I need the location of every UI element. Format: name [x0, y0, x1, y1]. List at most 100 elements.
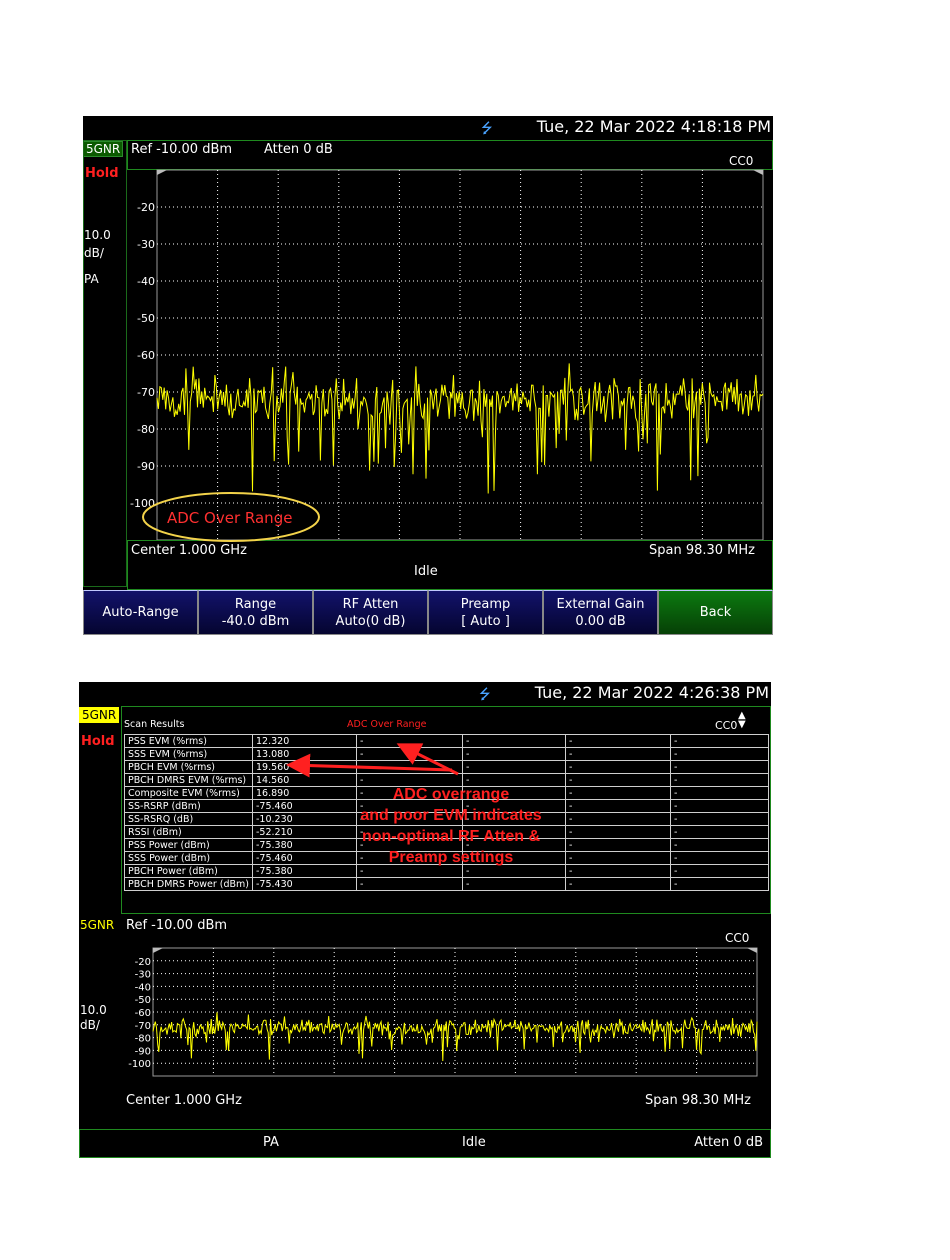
status-bar: ⭍ Tue, 22 Mar 2022 4:26:38 PM [79, 682, 771, 704]
y-tick-label: -20 [137, 201, 155, 214]
left-panel-frame [83, 140, 127, 587]
y-tick-label: -20 [135, 957, 151, 968]
adc-warning: ADC Over Range [347, 719, 427, 730]
preamp-button[interactable]: Preamp[ Auto ] [428, 590, 543, 635]
ref-marker-left [157, 170, 167, 175]
metric-value: -75.430 [252, 877, 357, 891]
empty-cell: - [670, 773, 769, 787]
status-bar: ⭍ Tue, 22 Mar 2022 4:18:18 PM [83, 116, 773, 138]
empty-cell: - [670, 825, 769, 839]
carrier-label-lower: CC0 [725, 931, 750, 945]
ref-level[interactable]: Ref -10.00 dBm [131, 142, 232, 157]
preamp-label: PA [263, 1135, 279, 1150]
status-text: Idle [414, 564, 438, 579]
metric-value: -10.230 [252, 812, 357, 826]
metric-value: -75.460 [252, 799, 357, 813]
y-tick-label: -90 [135, 1046, 151, 1057]
y-tick-label: -40 [135, 982, 151, 993]
atten-value: Atten 0 dB [694, 1135, 763, 1150]
settings-annotation: ADC overrange and poor EVM indicates non-o… [348, 784, 554, 868]
y-tick-label: -30 [135, 970, 151, 981]
empty-cell: - [670, 812, 769, 826]
empty-cell: - [565, 864, 671, 878]
empty-cell: - [565, 838, 671, 852]
y-tick-label: -50 [137, 312, 155, 325]
metric-label: RSSI (dBm) [124, 825, 253, 839]
hold-indicator: Hold [81, 734, 115, 749]
empty-cell: - [670, 760, 769, 774]
ref-marker-right [753, 170, 763, 175]
center-frequency[interactable]: Center 1.000 GHz [126, 1093, 242, 1108]
back-button[interactable]: Back [658, 590, 773, 635]
softkey-bar: Auto-Range Range -40.0 dBm RF Atten Auto(0… [83, 590, 773, 635]
mode-badge[interactable]: 5GNR [79, 707, 120, 723]
span-value[interactable]: Span 98.30 MHz [649, 543, 755, 558]
metric-label: PBCH DMRS Power (dBm) [124, 877, 253, 891]
metric-label: SSS EVM (%rms) [124, 747, 253, 761]
datetime: Tue, 22 Mar 2022 4:18:18 PM [536, 117, 771, 136]
empty-cell: - [670, 799, 769, 813]
adc-over-range-annotation: ADC Over Range [167, 509, 293, 527]
carrier-spin-icon[interactable]: ▲ ▼ [738, 711, 746, 730]
ref-marker-left [153, 948, 163, 953]
table-row: PBCH DMRS Power (dBm) -75.430- - - - [124, 877, 769, 891]
empty-cell: - [670, 734, 769, 748]
metric-label: SS-RSRP (dBm) [124, 799, 253, 813]
ref-level[interactable]: Ref -10.00 dBm [126, 918, 227, 933]
empty-cell: - [565, 734, 671, 748]
analyzer-screen-1: ⭍ Tue, 22 Mar 2022 4:18:18 PM 5GNR Hold … [83, 116, 773, 635]
y-tick-label: -30 [137, 238, 155, 251]
metric-label: PBCH DMRS EVM (%rms) [124, 773, 253, 787]
y-tick-label: -70 [135, 1021, 151, 1032]
rf-atten-button[interactable]: RF Atten Auto(0 dB) [313, 590, 428, 635]
annotation-line: non-optimal RF Atten & [361, 828, 541, 845]
atten-value[interactable]: Atten 0 dB [264, 142, 333, 157]
empty-cell: - [565, 786, 671, 800]
spectrum-plot-2: -20 -30-40 -50 -60 -70 -80-90 -100 [128, 947, 758, 1077]
annotation-line: Preamp settings [388, 849, 514, 866]
metric-label: PSS EVM (%rms) [124, 734, 253, 748]
status-text: Idle [462, 1135, 486, 1150]
annotation-arrows [286, 743, 459, 778]
metric-value: -75.380 [252, 838, 357, 852]
mode-label-lower: 5GNR [80, 918, 115, 932]
metric-label: PBCH EVM (%rms) [124, 760, 253, 774]
scan-results-title: Scan Results [124, 719, 185, 730]
empty-cell: - [462, 877, 566, 891]
metric-value: -75.380 [252, 864, 357, 878]
span-value[interactable]: Span 98.30 MHz [645, 1093, 751, 1108]
metric-label: PSS Power (dBm) [124, 838, 253, 852]
y-tick-label: -90 [137, 460, 155, 473]
usb-icon: ⭍ [481, 121, 493, 137]
scale-info: 10.0 dB/ [80, 1001, 107, 1034]
y-tick-label: -60 [135, 1008, 151, 1019]
external-gain-button[interactable]: External Gain 0.00 dB [543, 590, 658, 635]
metric-value: -75.460 [252, 851, 357, 865]
auto-range-button[interactable]: Auto-Range [83, 590, 198, 635]
y-tick-label: -50 [135, 995, 151, 1006]
y-tick-label: -80 [137, 423, 155, 436]
empty-cell: - [670, 838, 769, 852]
y-tick-label: -80 [135, 1034, 151, 1045]
metric-label: SS-RSRQ (dB) [124, 812, 253, 826]
metric-label: PBCH Power (dBm) [124, 864, 253, 878]
datetime: Tue, 22 Mar 2022 4:26:38 PM [534, 683, 769, 702]
empty-cell: - [670, 877, 769, 891]
range-button[interactable]: Range -40.0 dBm [198, 590, 313, 635]
center-frequency[interactable]: Center 1.000 GHz [131, 543, 247, 558]
empty-cell: - [670, 747, 769, 761]
spectrum-plot-1: -20-30-40-50-60-70-80-90-100 [130, 169, 764, 540]
empty-cell: - [565, 812, 671, 826]
annotation-line: and poor EVM indicates [360, 807, 542, 824]
empty-cell: - [565, 851, 671, 865]
metric-label: Composite EVM (%rms) [124, 786, 253, 800]
ref-marker-right [747, 948, 757, 953]
metric-value: -52.210 [252, 825, 357, 839]
carrier-label[interactable]: CC0 [715, 719, 737, 732]
empty-cell: - [565, 799, 671, 813]
empty-cell: - [670, 851, 769, 865]
empty-cell: - [565, 825, 671, 839]
empty-cell: - [670, 864, 769, 878]
y-tick-label: -70 [137, 386, 155, 399]
empty-cell: - [356, 877, 463, 891]
